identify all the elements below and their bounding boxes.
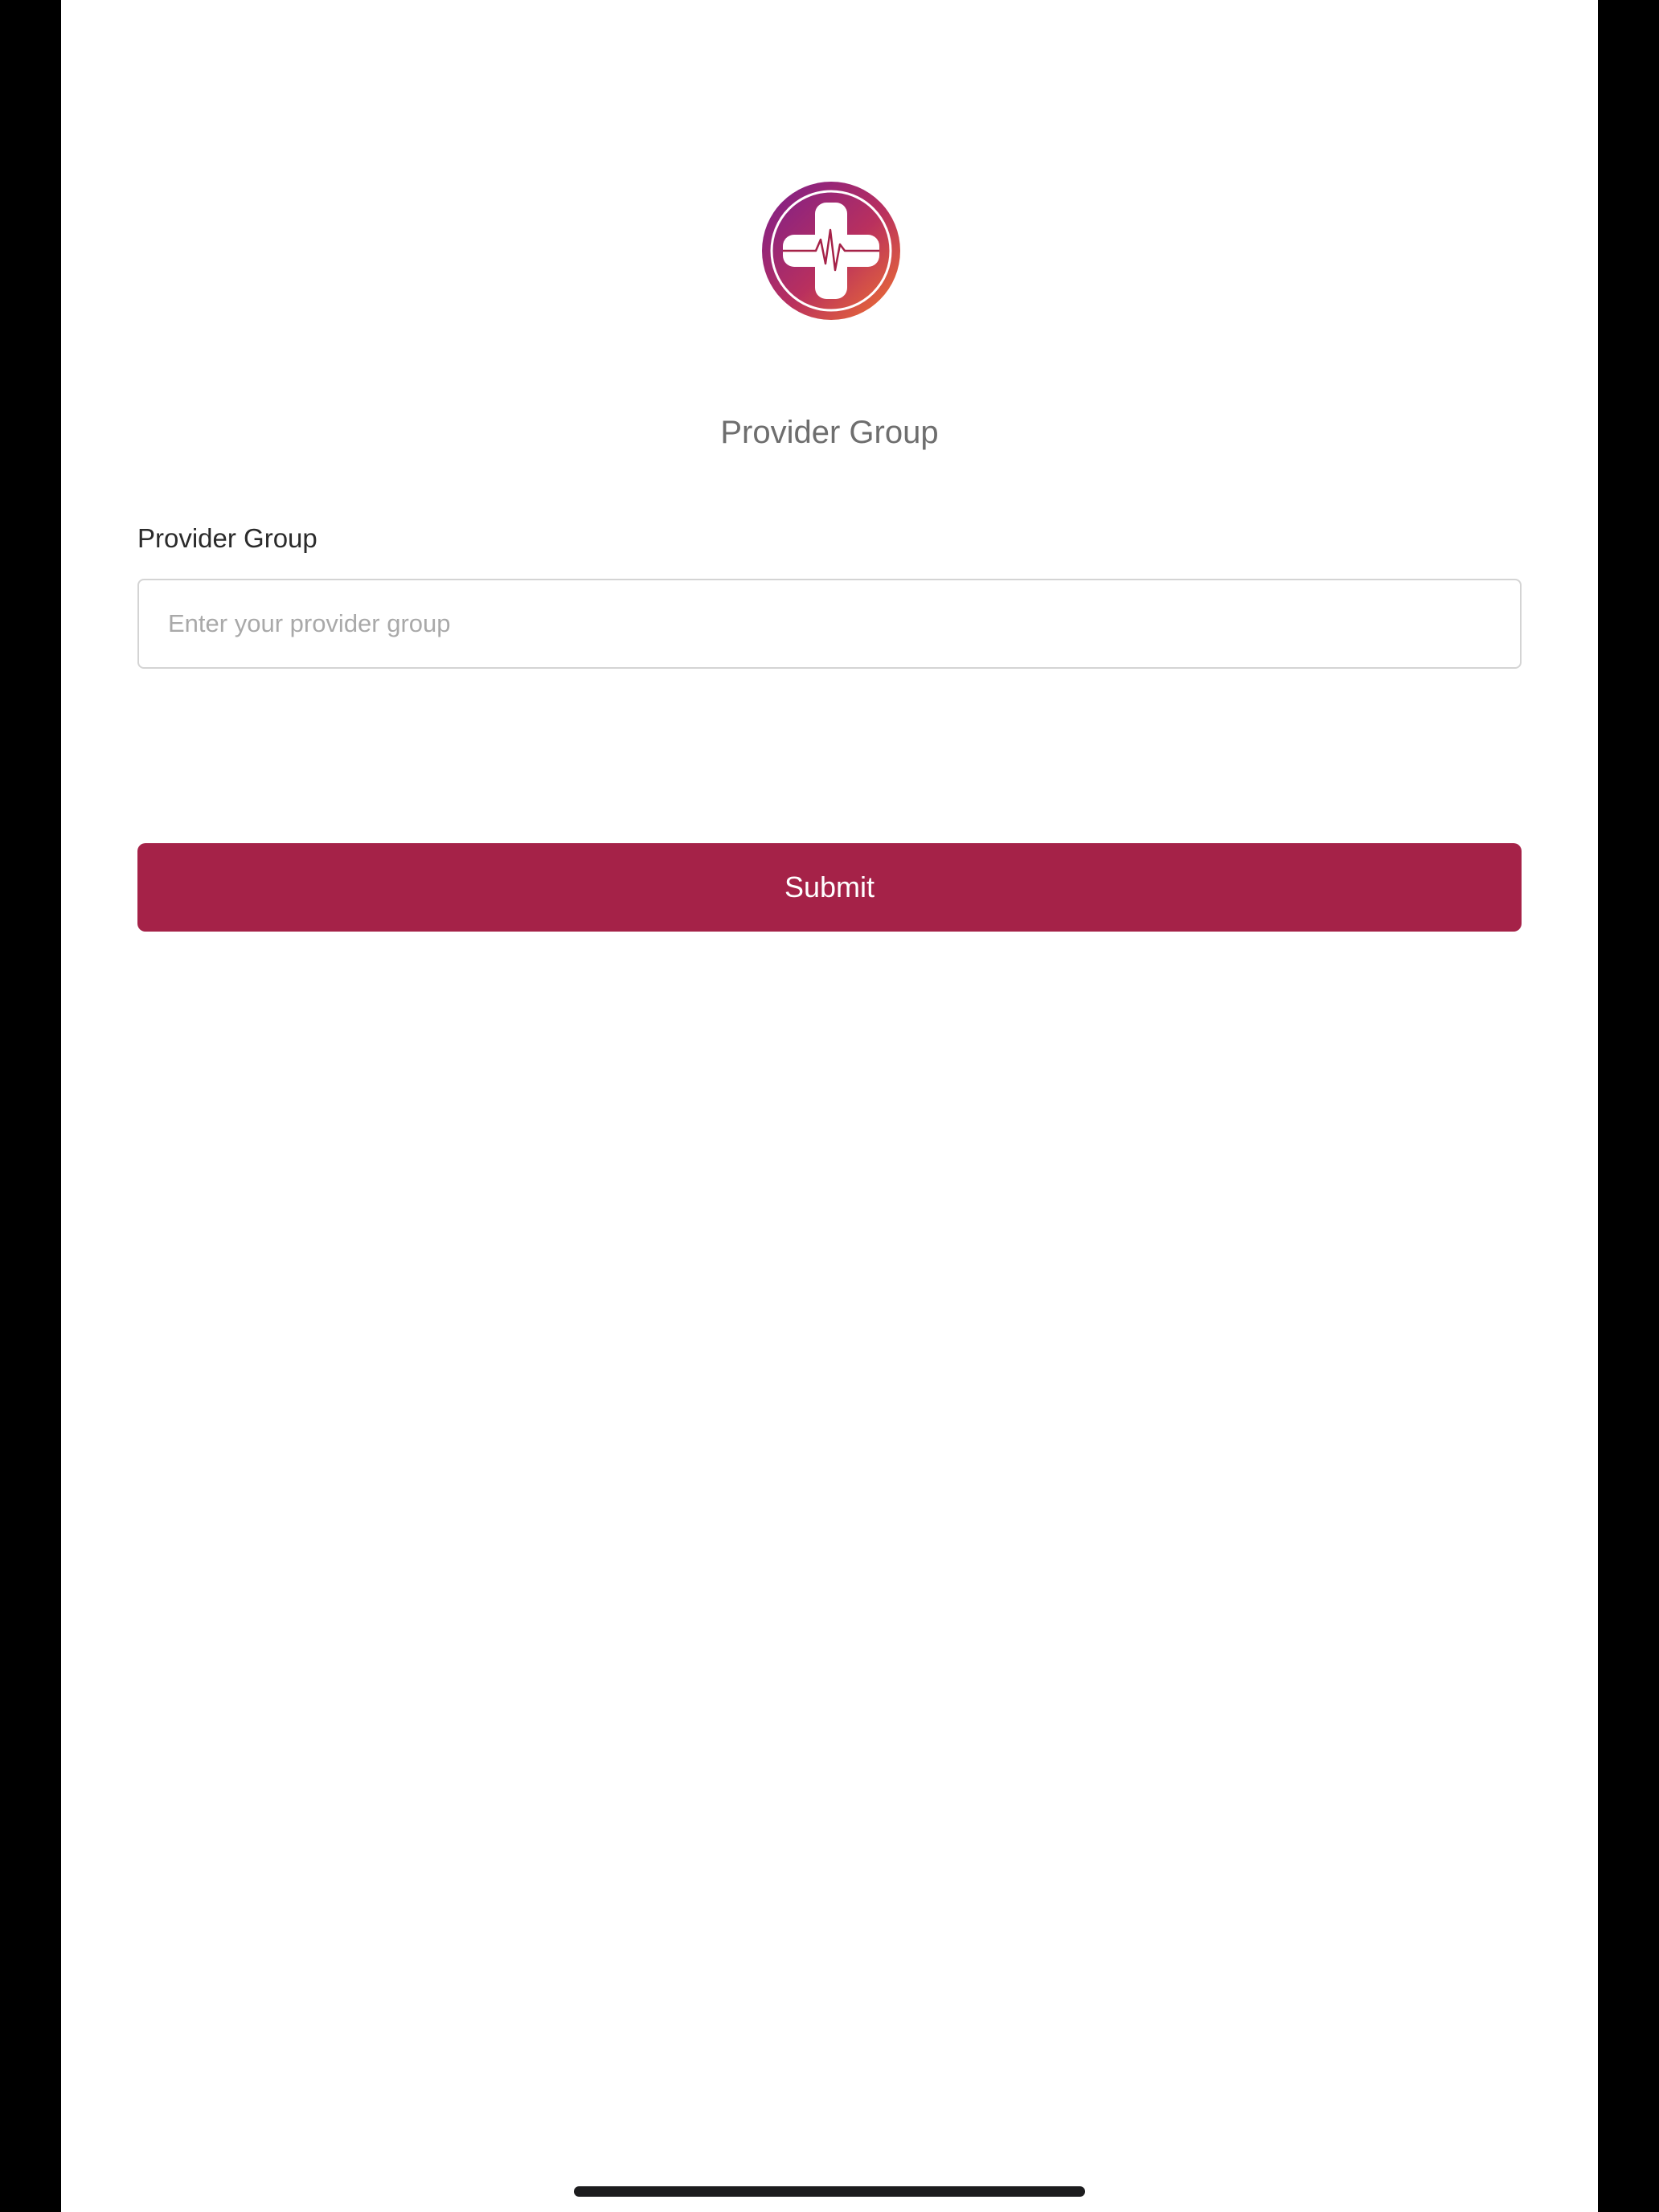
provider-group-input[interactable] [139,580,1520,667]
app-screen: Provider Group Provider Group Submit [61,0,1598,2212]
page-title: Provider Group [720,415,939,450]
medical-cross-heartbeat-icon [761,180,901,322]
submit-button[interactable]: Submit [137,843,1522,932]
home-indicator [574,2186,1085,2197]
provider-group-label: Provider Group [137,523,317,553]
provider-group-field[interactable] [137,579,1522,669]
